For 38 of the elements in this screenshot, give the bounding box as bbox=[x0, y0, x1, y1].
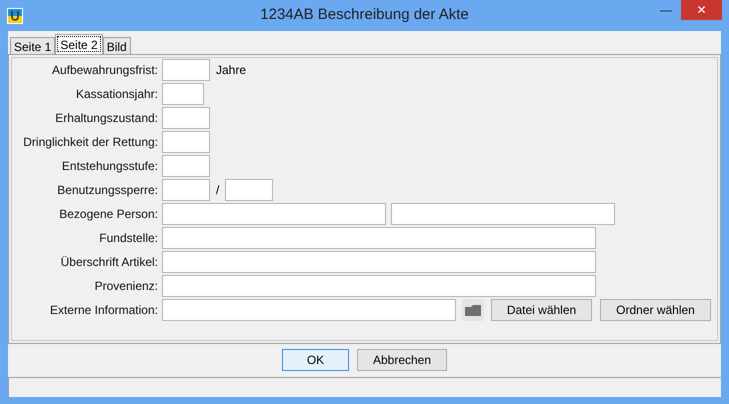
tab[interactable]: Seite 1 bbox=[10, 37, 56, 54]
file-button[interactable]: Ordner wählen bbox=[600, 299, 711, 321]
field-label: Externe Information: bbox=[50, 302, 158, 319]
minimize-button[interactable]: — bbox=[651, 0, 681, 20]
input-field[interactable] bbox=[162, 251, 596, 273]
input-field[interactable] bbox=[162, 203, 386, 225]
dialog-button[interactable]: OK bbox=[282, 349, 349, 371]
tab[interactable]: Seite 2 bbox=[55, 34, 103, 54]
input-field[interactable] bbox=[162, 155, 210, 177]
field-label: Überschrift Artikel: bbox=[60, 254, 158, 271]
window-title: 1234AB Beschreibung der Akte bbox=[260, 5, 469, 26]
app-logo-icon bbox=[7, 8, 23, 24]
field-label: Benutzungssperre: bbox=[57, 182, 158, 199]
input-field[interactable] bbox=[162, 299, 456, 321]
separator-label: / bbox=[216, 182, 220, 199]
unit-label: Jahre bbox=[216, 62, 246, 79]
input-field[interactable] bbox=[162, 59, 210, 81]
field-label: Fundstelle: bbox=[99, 230, 158, 247]
dialog-button[interactable]: Abbrechen bbox=[357, 349, 447, 371]
field-label: Aufbewahrungsfrist: bbox=[52, 62, 158, 79]
field-label: Provenienz: bbox=[94, 278, 158, 295]
input-field[interactable] bbox=[162, 83, 204, 105]
field-label: Dringlichkeit der Rettung: bbox=[23, 134, 158, 151]
input-field[interactable] bbox=[225, 179, 274, 201]
close-button[interactable]: ✕ bbox=[681, 0, 722, 20]
input-field[interactable] bbox=[162, 179, 210, 201]
field-label: Bezogene Person: bbox=[59, 206, 158, 223]
input-field[interactable] bbox=[162, 131, 210, 153]
field-label: Entstehungsstufe: bbox=[62, 158, 158, 175]
input-field[interactable] bbox=[391, 203, 615, 225]
folder-icon[interactable] bbox=[462, 299, 484, 321]
input-field[interactable] bbox=[162, 275, 596, 297]
input-field[interactable] bbox=[162, 227, 596, 249]
tab[interactable]: Bild bbox=[102, 37, 131, 54]
input-field[interactable] bbox=[162, 107, 210, 129]
field-label: Kassationsjahr: bbox=[76, 86, 158, 103]
file-button[interactable]: Datei wählen bbox=[491, 299, 592, 321]
field-label: Erhaltungszustand: bbox=[55, 110, 158, 127]
